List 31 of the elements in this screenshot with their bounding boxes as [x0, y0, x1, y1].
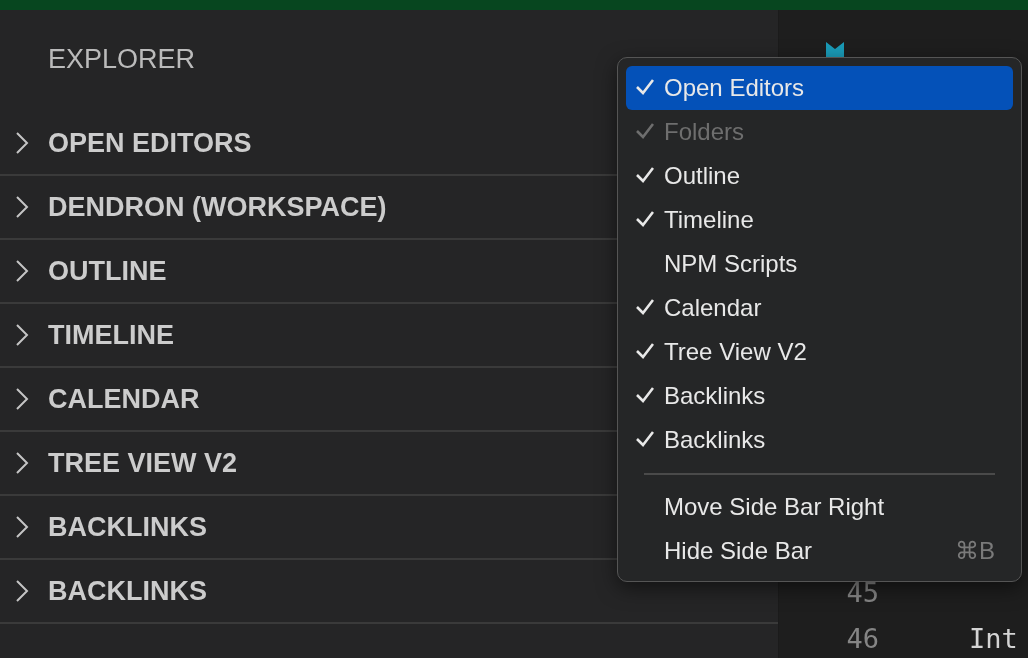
- checkmark-icon: [636, 211, 654, 227]
- menu-item[interactable]: Hide Side Bar ⌘B: [626, 529, 1013, 573]
- menu-item[interactable]: Timeline: [626, 198, 1013, 242]
- menu-item[interactable]: Backlinks: [626, 374, 1013, 418]
- checkmark-icon: [636, 167, 654, 183]
- line-number: 46: [845, 623, 879, 654]
- menu-item[interactable]: NPM Scripts: [626, 242, 1013, 286]
- checkmark-icon: [636, 387, 654, 403]
- section-header[interactable]: DENDRON (WORKSPACE): [0, 191, 387, 223]
- checkmark-icon: [636, 343, 654, 359]
- menu-item[interactable]: Tree View V2: [626, 330, 1013, 374]
- section-header[interactable]: OUTLINE: [0, 255, 167, 287]
- menu-item[interactable]: Backlinks: [626, 418, 1013, 462]
- line-number: 45: [845, 577, 879, 608]
- menu-item[interactable]: Open Editors: [626, 66, 1013, 110]
- code-text: Int: [969, 623, 1018, 654]
- section-header[interactable]: BACKLINKS: [0, 511, 207, 543]
- menu-item[interactable]: Calendar: [626, 286, 1013, 330]
- checkmark-icon: [636, 123, 654, 139]
- checkmark-icon: [636, 79, 654, 95]
- shortcut-label: ⌘B: [955, 537, 995, 565]
- section-header[interactable]: BACKLINKS: [0, 575, 207, 607]
- section-header[interactable]: CALENDAR: [0, 383, 200, 415]
- section-header[interactable]: TIMELINE: [0, 319, 174, 351]
- section-header[interactable]: TREE VIEW V2: [0, 447, 238, 479]
- sidebar-title: EXPLORER: [48, 44, 196, 75]
- menu-item[interactable]: Move Side Bar Right: [626, 485, 1013, 529]
- checkmark-icon: [636, 299, 654, 315]
- menu-item[interactable]: Outline: [626, 154, 1013, 198]
- checkmark-icon: [636, 431, 654, 447]
- section-header[interactable]: OPEN EDITORS: [0, 127, 252, 159]
